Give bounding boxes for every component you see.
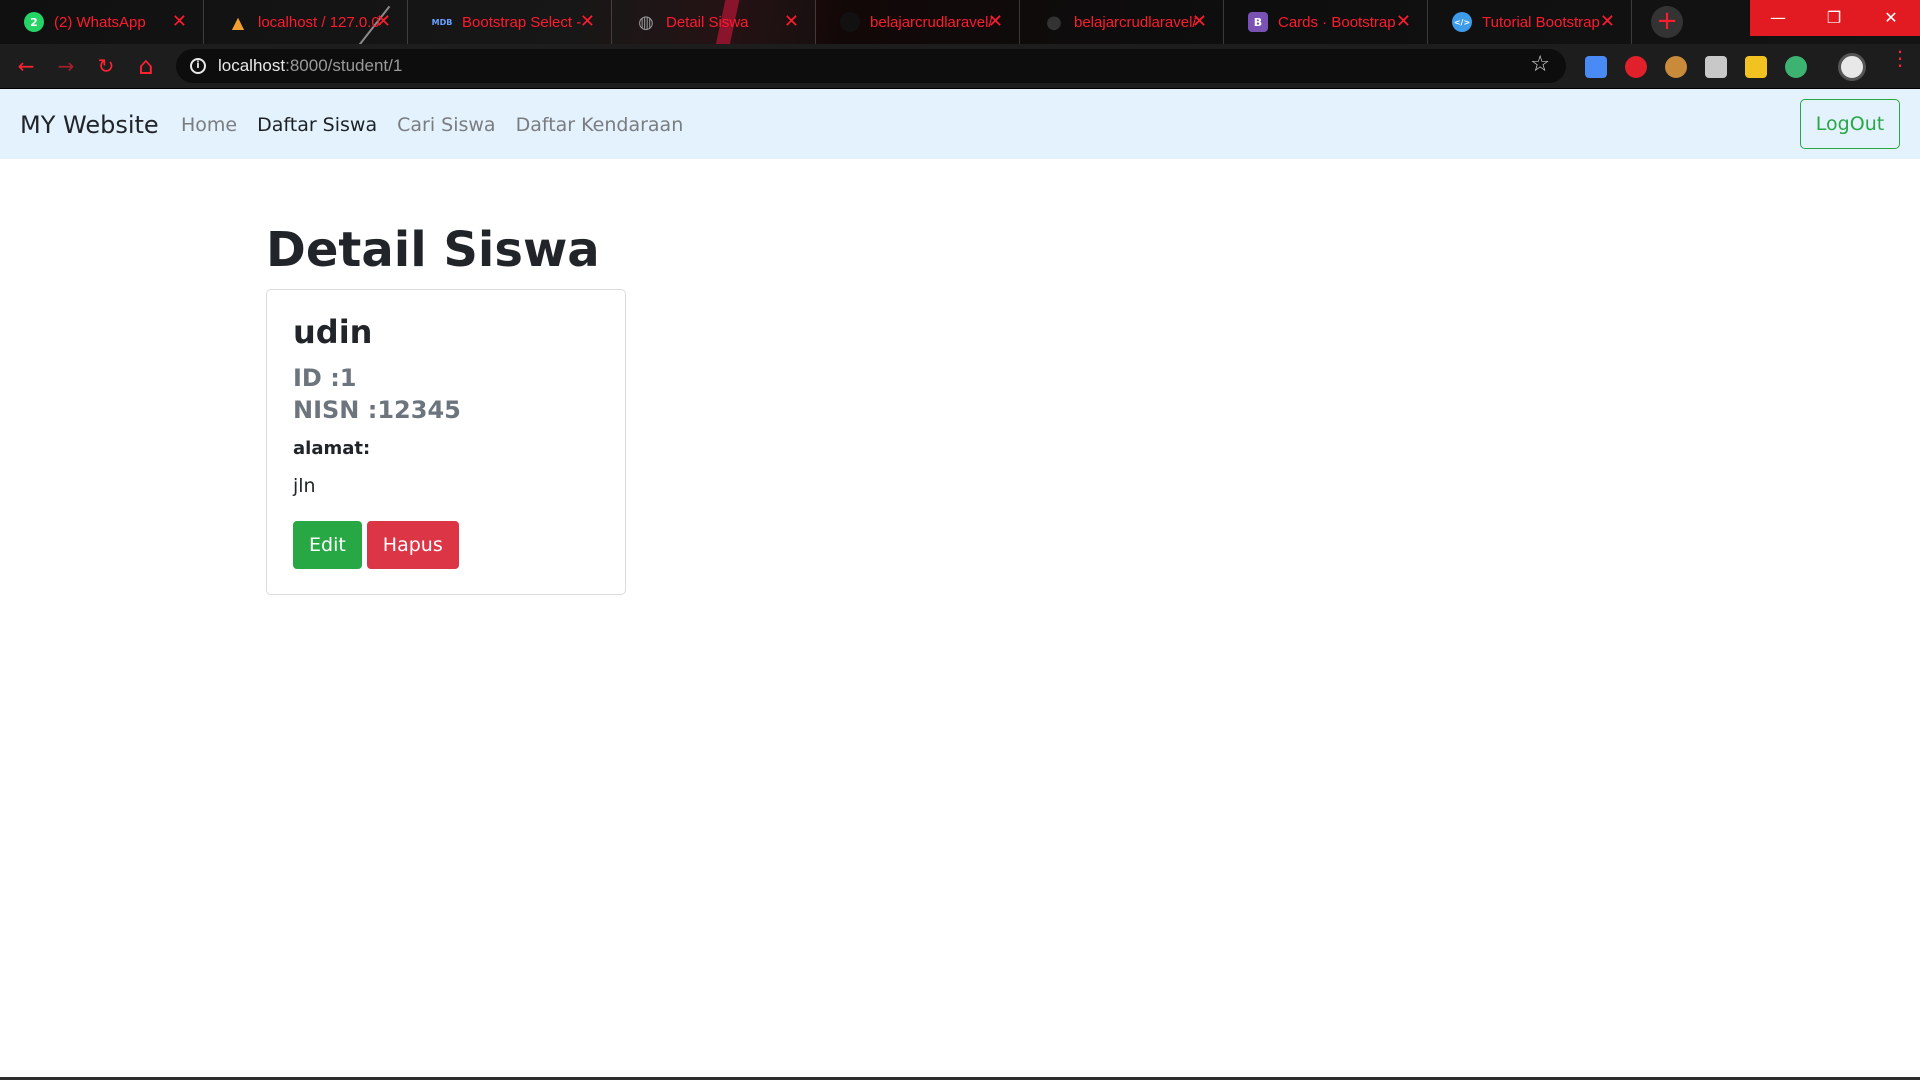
- student-nisn: NISN :12345: [293, 396, 461, 424]
- close-icon[interactable]: ✕: [1192, 11, 1207, 32]
- printer-icon[interactable]: [1705, 56, 1727, 78]
- close-icon[interactable]: ✕: [376, 11, 391, 32]
- home-button[interactable]: ⌂: [132, 52, 160, 80]
- nav-link-cari-siswa[interactable]: Cari Siswa: [397, 114, 495, 136]
- tab-phpmyadmin[interactable]: ▲ localhost / 127.0.0 ✕: [204, 0, 408, 44]
- close-icon[interactable]: ✕: [172, 11, 187, 32]
- close-icon[interactable]: ✕: [784, 11, 799, 32]
- profile-avatar[interactable]: [1838, 53, 1866, 81]
- info-icon[interactable]: i: [190, 58, 206, 74]
- tab-detail-siswa[interactable]: ◍ Detail Siswa ✕: [612, 0, 816, 44]
- browser-toolbar: ← → ↻ ⌂ i localhost:8000/student/1 ☆ ⋮: [0, 44, 1920, 88]
- close-window-button[interactable]: ✕: [1862, 0, 1920, 36]
- tab-title: localhost / 127.0.0: [258, 13, 380, 31]
- tab-tutorial-bootstrap[interactable]: </> Tutorial Bootstrap ✕: [1428, 0, 1632, 44]
- tab-title: Tutorial Bootstrap: [1482, 13, 1600, 31]
- nav-link-daftar-siswa[interactable]: Daftar Siswa: [257, 114, 377, 136]
- url-host: localhost: [218, 56, 286, 75]
- phpmyadmin-icon: ▲: [231, 12, 245, 32]
- menu-kebab-icon[interactable]: ⋮: [1890, 48, 1910, 68]
- code-icon: </>: [1452, 12, 1472, 32]
- close-icon[interactable]: ✕: [580, 11, 595, 32]
- close-icon[interactable]: ✕: [988, 11, 1003, 32]
- cookie-icon[interactable]: [1665, 56, 1687, 78]
- site-navbar: MY Website Home Daftar Siswa Cari Siswa …: [0, 89, 1920, 159]
- address-label: alamat:: [293, 438, 371, 459]
- tab-title: Bootstrap Select -: [462, 13, 582, 31]
- tab-list: 2 (2) WhatsApp ✕ ▲ localhost / 127.0.0 ✕…: [0, 0, 1632, 44]
- navbar-brand[interactable]: MY Website: [20, 111, 159, 139]
- url-text[interactable]: localhost:8000/student/1: [218, 56, 402, 76]
- nav-link-home[interactable]: Home: [181, 114, 237, 136]
- adblock-icon[interactable]: [1625, 56, 1647, 78]
- url-path: :8000/student/1: [285, 56, 403, 75]
- bookmark-star-icon[interactable]: ☆: [1530, 52, 1550, 77]
- mdb-icon: MDB: [431, 17, 453, 27]
- logout-button[interactable]: LogOut: [1800, 99, 1900, 149]
- back-button[interactable]: ←: [12, 52, 40, 80]
- student-name: udin: [293, 313, 373, 351]
- tab-whatsapp[interactable]: 2 (2) WhatsApp ✕: [0, 0, 204, 44]
- page-title: Detail Siswa: [266, 222, 600, 278]
- tab-cards-bootstrap[interactable]: B Cards · Bootstrap ✕: [1224, 0, 1428, 44]
- tab-github-1[interactable]: belajarcrudlaravel/ ✕: [816, 0, 1020, 44]
- reload-button[interactable]: ↻: [92, 52, 120, 80]
- github-icon: ●: [1046, 11, 1062, 33]
- address-bar[interactable]: i localhost:8000/student/1 ☆: [176, 49, 1566, 83]
- card-actions: Edit Hapus: [293, 521, 599, 569]
- tab-title: belajarcrudlaravel/: [1074, 13, 1197, 31]
- globe-icon: ◍: [638, 11, 654, 33]
- tab-github-2[interactable]: ● belajarcrudlaravel/ ✕: [1020, 0, 1224, 44]
- color-picker-icon[interactable]: [1785, 56, 1807, 78]
- whatsapp-icon: 2: [24, 12, 44, 32]
- tab-bootstrap-select[interactable]: MDB Bootstrap Select - ✕: [408, 0, 612, 44]
- nav-link-daftar-kendaraan[interactable]: Daftar Kendaraan: [516, 114, 684, 136]
- bootstrap-icon: B: [1248, 12, 1268, 32]
- edit-button[interactable]: Edit: [293, 521, 362, 569]
- image-extension-icon[interactable]: [1745, 56, 1767, 78]
- tab-title: Cards · Bootstrap: [1278, 13, 1396, 31]
- google-translate-icon[interactable]: [1585, 56, 1607, 78]
- nav-links: Home Daftar Siswa Cari Siswa Daftar Kend…: [181, 114, 683, 136]
- close-icon[interactable]: ✕: [1600, 11, 1615, 32]
- maximize-button[interactable]: ❐: [1806, 0, 1862, 36]
- new-tab-button[interactable]: +: [1651, 6, 1683, 38]
- tab-title: Detail Siswa: [666, 13, 749, 31]
- minimize-button[interactable]: —: [1750, 0, 1806, 36]
- github-icon: [840, 12, 860, 32]
- close-icon[interactable]: ✕: [1396, 11, 1411, 32]
- student-card: udin ID :1 NISN :12345 alamat: jln Edit …: [266, 289, 626, 595]
- tab-title: (2) WhatsApp: [54, 13, 146, 31]
- forward-button[interactable]: →: [52, 52, 80, 80]
- delete-button[interactable]: Hapus: [366, 521, 459, 569]
- tab-title: belajarcrudlaravel/: [870, 13, 993, 31]
- browser-tab-strip: 2 (2) WhatsApp ✕ ▲ localhost / 127.0.0 ✕…: [0, 0, 1920, 44]
- student-id: ID :1: [293, 364, 357, 392]
- address-value: jln: [293, 475, 316, 497]
